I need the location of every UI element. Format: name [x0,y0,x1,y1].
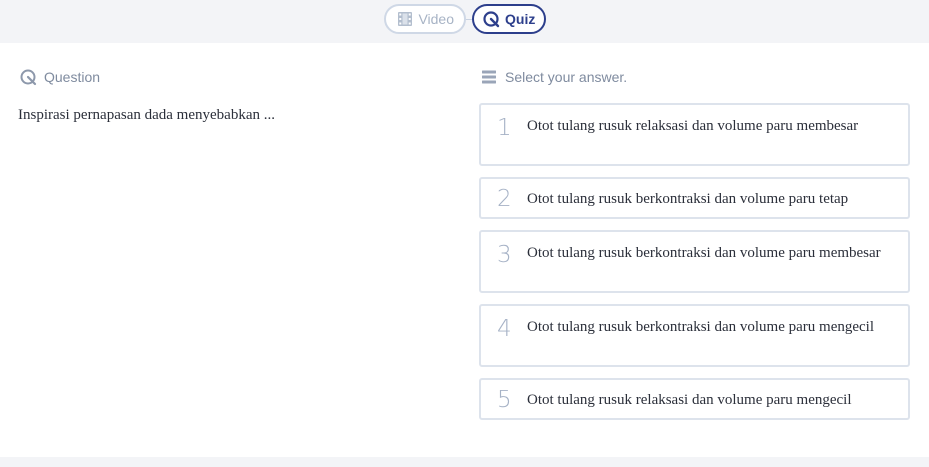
question-header: Question [19,67,100,87]
answer-option-3[interactable]: 3 Otot tulang rusuk berkontraksi dan vol… [479,230,910,293]
answer-option-4[interactable]: 4 Otot tulang rusuk berkontraksi dan vol… [479,304,910,367]
answer-number: 4 [497,316,512,342]
film-icon [396,10,413,28]
answer-text: Otot tulang rusuk relaksasi dan volume p… [527,118,859,134]
answer-option-2[interactable]: 2 Otot tulang rusuk berkontraksi dan vol… [479,177,910,219]
answer-text: Otot tulang rusuk relaksasi dan volume p… [527,392,852,408]
question-header-label: Question [44,69,101,85]
answer-header: Select your answer. [480,67,627,87]
answer-number: 3 [497,242,512,268]
quiz-tab[interactable]: Quiz [472,4,546,34]
answer-number: 1 [497,115,512,141]
video-tab-label: Video [418,11,454,27]
answer-text: Otot tulang rusuk berkontraksi dan volum… [527,319,874,335]
video-quiz-switcher: Video Quiz [384,4,546,34]
video-tab[interactable]: Video [384,4,466,34]
answer-list: 1 Otot tulang rusuk relaksasi dan volume… [479,103,910,431]
answer-text: Otot tulang rusuk berkontraksi dan volum… [527,191,849,207]
answer-header-label: Select your answer. [505,69,628,85]
answer-option-5[interactable]: 5 Otot tulang rusuk relaksasi dan volume… [479,378,910,420]
answer-option-1[interactable]: 1 Otot tulang rusuk relaksasi dan volume… [479,103,910,166]
answer-number: 5 [497,387,512,413]
question-text: Inspirasi pernapasan dada menyebabkan ..… [18,107,275,123]
quiz-icon [19,68,37,86]
list-icon [480,68,498,86]
quiz-icon [482,10,500,28]
answer-number: 2 [497,186,512,212]
quiz-tab-label: Quiz [505,11,536,27]
answer-text: Otot tulang rusuk berkontraksi dan volum… [527,245,881,261]
bottom-band [0,457,929,467]
